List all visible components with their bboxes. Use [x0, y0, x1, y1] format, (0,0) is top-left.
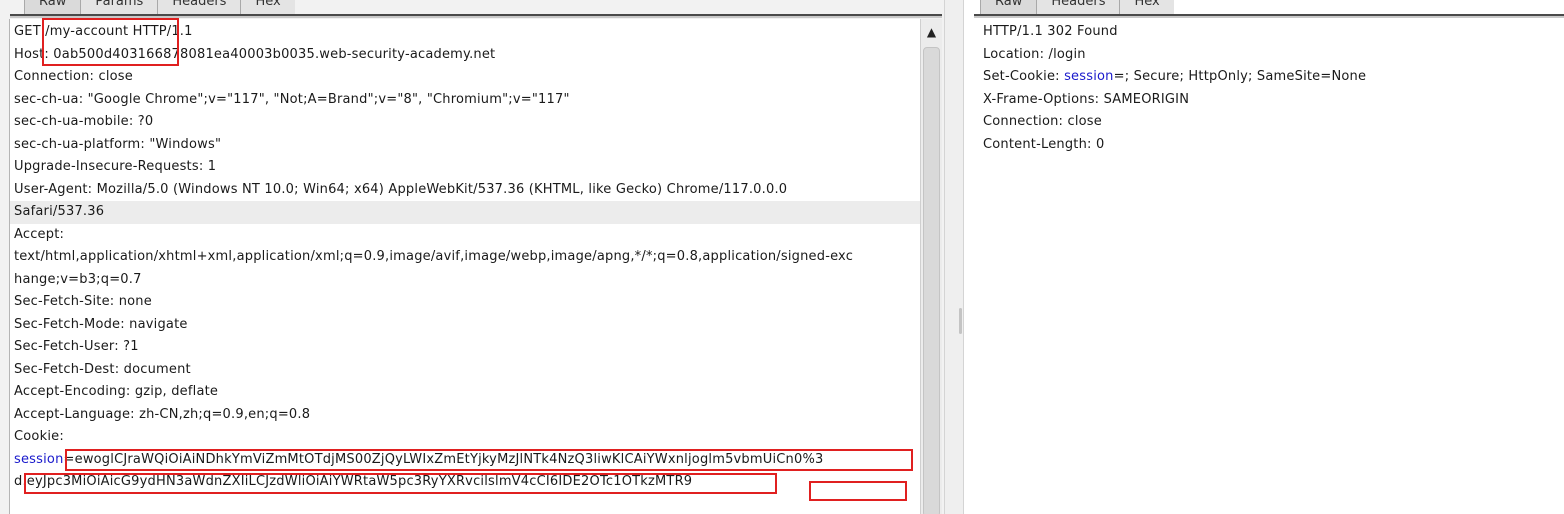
response-tabs: Raw Headers Hex	[980, 0, 1174, 14]
pane-splitter[interactable]	[944, 0, 964, 514]
tab-raw[interactable]: Raw	[980, 0, 1038, 14]
tab-hex[interactable]: Hex	[240, 0, 295, 14]
splitter-grip-icon[interactable]	[959, 308, 962, 334]
request-editor[interactable]: GET /my-account HTTP/1.1 Host: 0ab500d40…	[9, 19, 920, 514]
session-cookie-name: session	[1064, 69, 1114, 84]
status-line: HTTP/1.1 302 Found	[983, 24, 1118, 39]
request-pane: Raw Params Headers Hex GET /my-account H…	[0, 0, 944, 514]
user-agent-continuation: Safari/537.36	[10, 201, 920, 224]
session-cookie-line: session=ewoglCJraWQiOiAiNDhkYmViZmMtOTdj…	[10, 449, 920, 472]
header-line: Sec-Fetch-Dest: document	[14, 361, 191, 377]
header-line: Sec-Fetch-Site: none	[14, 294, 152, 309]
header-line: Content-Length: 0	[983, 136, 1105, 152]
response-viewer[interactable]: HTTP/1.1 302 Found Location: /login Set-…	[964, 19, 1564, 514]
user-agent-header: User-Agent: Mozilla/5.0 (Windows NT 10.0…	[14, 181, 788, 197]
tab-params[interactable]: Params	[80, 0, 159, 14]
scroll-up-arrow-icon[interactable]: ▲	[921, 19, 942, 45]
request-scrollbar[interactable]: ▲	[920, 19, 942, 514]
header-line: Sec-Fetch-User: ?1	[14, 339, 139, 354]
scroll-thumb[interactable]	[923, 47, 940, 514]
session-cookie-name: session	[14, 451, 64, 467]
set-cookie-prefix: Set-Cookie:	[983, 69, 1065, 84]
tab-hex[interactable]: Hex	[1119, 0, 1174, 14]
accept-value: text/html,application/xhtml+xml,applicat…	[14, 249, 854, 264]
tab-headers[interactable]: Headers	[1036, 0, 1121, 14]
request-line: GET /my-account HTTP/1.1	[14, 24, 193, 39]
header-line: sec-ch-ua: "Google Chrome";v="117", "Not…	[14, 91, 570, 107]
response-pane: Raw Headers Hex HTTP/1.1 302 Found Locat…	[964, 0, 1564, 514]
tab-raw[interactable]: Raw	[24, 0, 82, 14]
header-line: Connection: close	[14, 69, 133, 84]
header-line: X-Frame-Options: SAMEORIGIN	[983, 91, 1190, 107]
cookie-header: Cookie:	[14, 429, 64, 444]
request-tabs: Raw Params Headers Hex	[24, 0, 295, 14]
host-header: Host: 0ab500d403166878081ea40003b0035.we…	[14, 46, 496, 62]
tab-rule-shadow	[10, 16, 942, 18]
tab-headers[interactable]: Headers	[157, 0, 242, 14]
header-line: Accept-Encoding: gzip, deflate	[14, 384, 219, 399]
header-line: Upgrade-Insecure-Requests: 1	[14, 159, 217, 174]
header-line: Accept-Language: zh-CN,zh;q=0.9,en;q=0.8	[14, 406, 311, 422]
accept-header: Accept:	[14, 226, 65, 242]
header-line: sec-ch-ua-platform: "Windows"	[14, 136, 222, 152]
set-cookie-value: =; Secure; HttpOnly; SameSite=None	[1113, 69, 1367, 84]
header-line: sec-ch-ua-mobile: ?0	[14, 114, 154, 129]
header-line: Location: /login	[983, 46, 1086, 62]
header-line: Connection: close	[983, 114, 1102, 129]
session-cookie-continuation: d.eyJpc3MiOiAicG9ydHN3aWdnZXIiLCJzdWliOi…	[14, 474, 693, 489]
accept-value-continuation: hange;v=b3;q=0.7	[14, 271, 142, 287]
set-cookie-header: Set-Cookie: session=; Secure; HttpOnly; …	[964, 66, 1564, 89]
header-line: Sec-Fetch-Mode: navigate	[14, 316, 188, 332]
session-cookie-value: =ewoglCJraWQiOiAiNDhkYmViZmMtOTdjMS00ZjQ…	[63, 451, 824, 467]
tab-rule-shadow	[974, 16, 1564, 18]
